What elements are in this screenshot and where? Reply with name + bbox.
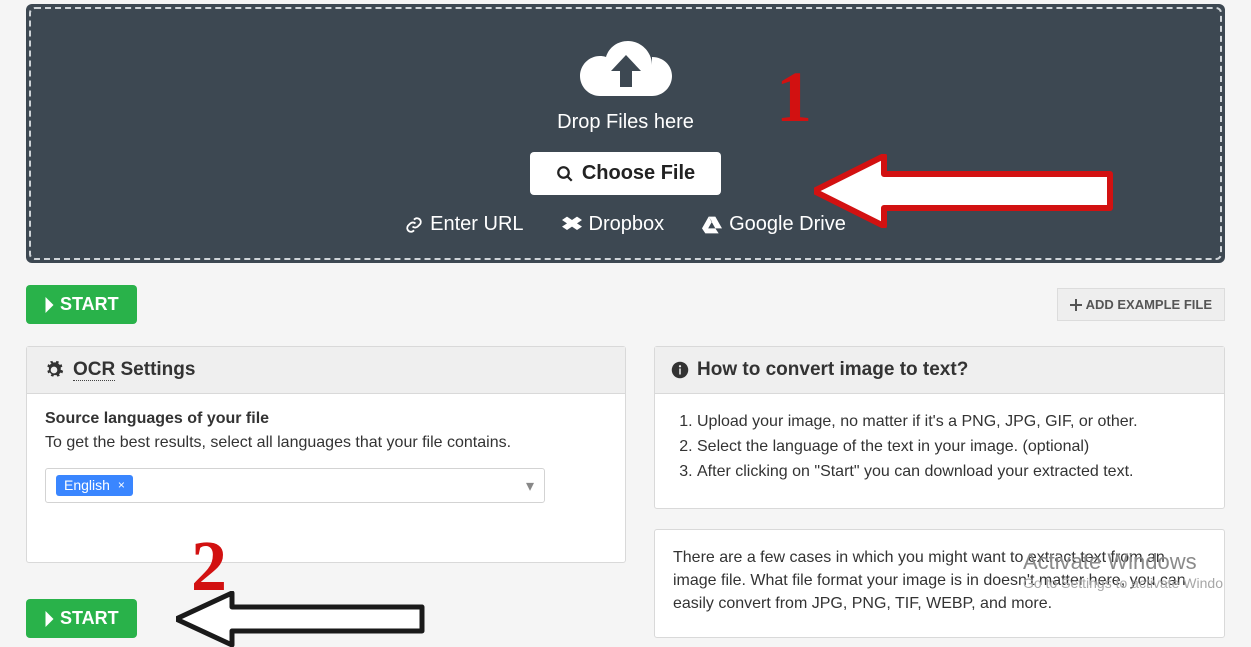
language-select[interactable]: English × ▾: [45, 468, 545, 503]
annotation-arrow-2: [176, 591, 426, 647]
howto-title: How to convert image to text?: [697, 359, 968, 381]
howto-step: Select the language of the text in your …: [697, 435, 1206, 458]
choose-file-label: Choose File: [582, 162, 695, 185]
howto-step: Upload your image, no matter if it's a P…: [697, 410, 1206, 433]
info-blurb-panel: There are a few cases in which you might…: [654, 529, 1225, 639]
info-icon: [671, 361, 689, 379]
info-blurb: There are a few cases in which you might…: [673, 546, 1206, 616]
plus-icon: [1070, 299, 1082, 311]
start-button-top[interactable]: START: [26, 285, 137, 324]
enter-url-link[interactable]: Enter URL: [405, 213, 523, 236]
language-tag-english[interactable]: English ×: [56, 475, 133, 496]
chevron-right-icon: [44, 297, 55, 313]
search-icon: [556, 165, 574, 183]
start-button-bottom[interactable]: START: [26, 599, 137, 638]
source-languages-label: Source languages of your file: [45, 410, 607, 428]
howto-steps: Upload your image, no matter if it's a P…: [673, 410, 1206, 484]
add-example-file-button[interactable]: ADD EXAMPLE FILE: [1057, 288, 1225, 321]
howto-step: After clicking on "Start" you can downlo…: [697, 460, 1206, 483]
remove-language-icon[interactable]: ×: [118, 478, 125, 492]
link-icon: [405, 216, 423, 234]
ocr-settings-panel: OCR Settings Source languages of your fi…: [26, 346, 626, 563]
drop-files-label: Drop Files here: [557, 111, 694, 134]
ocr-settings-title: OCR Settings: [73, 359, 195, 381]
google-drive-link[interactable]: Google Drive: [702, 213, 846, 236]
gears-icon: [43, 360, 65, 380]
file-dropzone[interactable]: Drop Files here Choose File Enter URL Dr…: [26, 4, 1225, 263]
caret-down-icon: ▾: [526, 476, 534, 496]
google-drive-icon: [702, 216, 722, 234]
dropbox-link[interactable]: Dropbox: [562, 213, 665, 236]
cloud-upload-icon: [580, 37, 672, 105]
choose-file-button[interactable]: Choose File: [530, 152, 721, 195]
dropbox-icon: [562, 216, 582, 234]
chevron-right-icon: [44, 611, 55, 627]
source-languages-help: To get the best results, select all lang…: [45, 434, 607, 452]
howto-panel: How to convert image to text? Upload you…: [654, 346, 1225, 509]
